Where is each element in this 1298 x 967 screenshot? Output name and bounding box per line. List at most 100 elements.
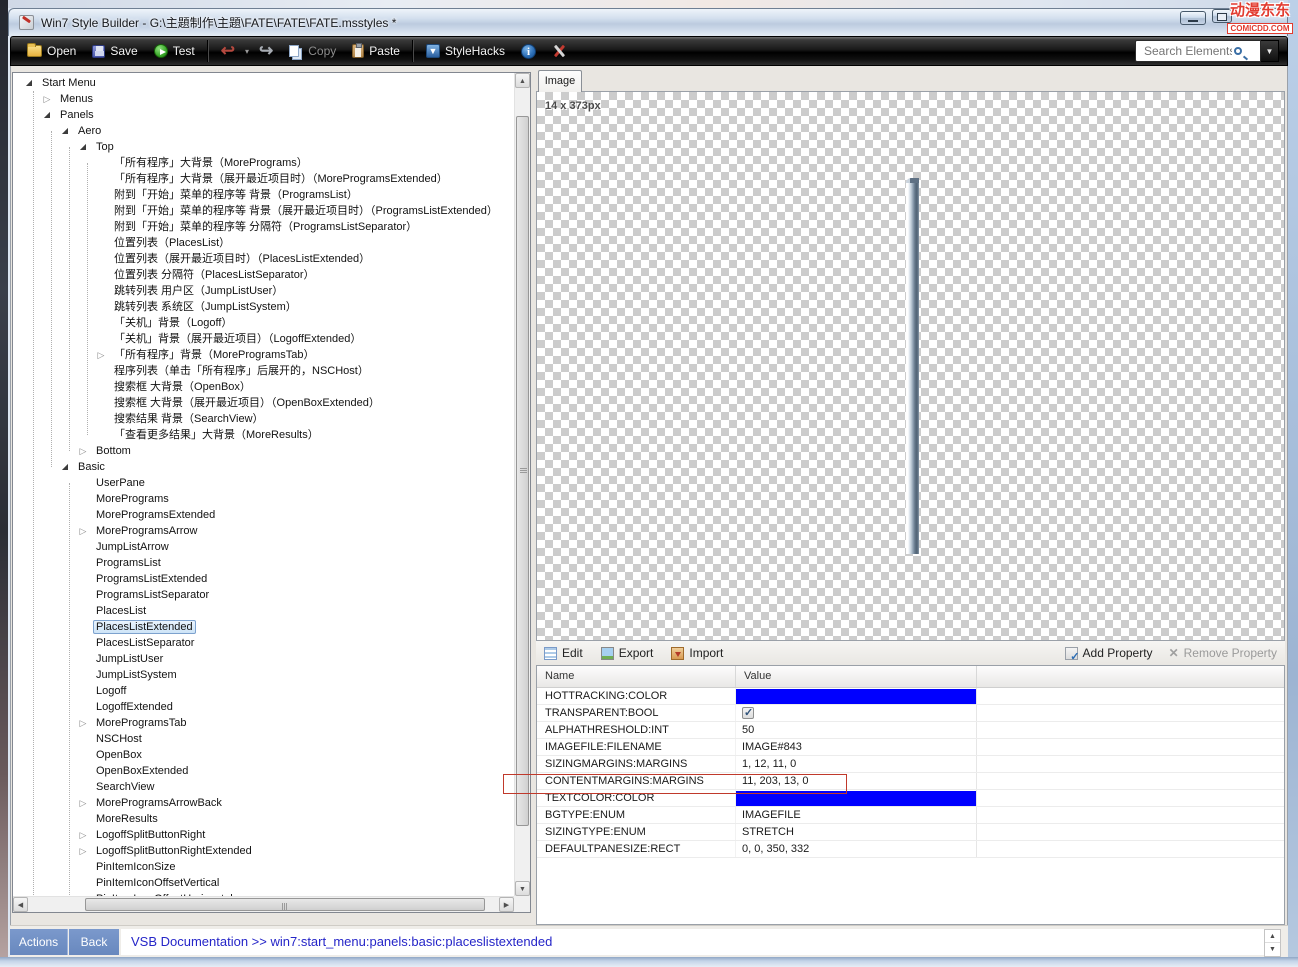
tree-item[interactable]: 「关机」背景（展开最近项目）（LogoffExtended） (13, 331, 514, 347)
tree-item[interactable]: Logoff (13, 683, 514, 699)
collapsed-arrow-icon[interactable]: ▷ (77, 523, 89, 539)
info-button[interactable]: i (513, 41, 544, 62)
tree-item[interactable]: ProgramsList (13, 555, 514, 571)
property-row[interactable]: ALPHATHRESHOLD:INT50 (537, 722, 1284, 739)
back-button[interactable]: Back (69, 929, 119, 955)
scroll-up-icon[interactable]: ▲ (515, 73, 530, 88)
tree-item[interactable]: ◢Start Menu (13, 75, 514, 91)
tree-item[interactable]: 搜索结果 背景（SearchView） (13, 411, 514, 427)
tree-horizontal-scrollbar[interactable]: ◀ ▶ (13, 896, 514, 912)
tree-item[interactable]: MoreResults (13, 811, 514, 827)
tree-item[interactable]: LogoffExtended (13, 699, 514, 715)
collapsed-arrow-icon[interactable]: ▷ (77, 443, 89, 459)
remove-property-button[interactable]: ✕ Remove Property (1169, 646, 1277, 660)
import-button[interactable]: Import (671, 646, 723, 660)
tree-item[interactable]: 搜索框 大背景（展开最近项目）（OpenBoxExtended） (13, 395, 514, 411)
open-button[interactable]: Open (19, 41, 84, 61)
column-header-name[interactable]: Name (537, 666, 736, 687)
tree-item[interactable]: 「关机」背景（Logoff） (13, 315, 514, 331)
search-box[interactable] (1135, 40, 1261, 62)
property-row[interactable]: TRANSPARENT:BOOL (537, 705, 1284, 722)
property-value[interactable]: 0, 0, 350, 332 (736, 841, 977, 857)
tree-item[interactable]: 程序列表（单击「所有程序」后展开的，NSCHost） (13, 363, 514, 379)
tree-item[interactable]: MoreProgramsExtended (13, 507, 514, 523)
tree-item[interactable]: OpenBoxExtended (13, 763, 514, 779)
property-row[interactable]: SIZINGTYPE:ENUMSTRETCH (537, 824, 1284, 841)
color-swatch[interactable] (736, 689, 976, 704)
property-row[interactable]: DEFAULTPANESIZE:RECT0, 0, 350, 332 (537, 841, 1284, 858)
save-button[interactable]: Save (84, 41, 145, 61)
tree-item[interactable]: ProgramsListExtended (13, 571, 514, 587)
property-value[interactable]: 1, 12, 11, 0 (736, 756, 977, 772)
expanded-arrow-icon[interactable]: ◢ (59, 123, 71, 139)
tree-item[interactable]: PinItemIconSize (13, 859, 514, 875)
undo-button[interactable]: ↩ (213, 41, 243, 61)
tree-item[interactable]: JumpListUser (13, 651, 514, 667)
property-row[interactable]: IMAGEFILE:FILENAMEIMAGE#843 (537, 739, 1284, 756)
tree-item[interactable]: OpenBox (13, 747, 514, 763)
tree-item[interactable]: ▷Bottom (13, 443, 514, 459)
redo-button[interactable]: ↪ (251, 41, 281, 61)
property-value[interactable] (736, 705, 977, 721)
tree-item[interactable]: 位置列表（展开最近项目时）（PlacesListExtended） (13, 251, 514, 267)
property-value[interactable]: STRETCH (736, 824, 977, 840)
tree-item[interactable]: ◢Panels (13, 107, 514, 123)
tree-item[interactable]: ▷LogoffSplitButtonRight (13, 827, 514, 843)
tree-item[interactable]: 位置列表 分隔符（PlacesListSeparator） (13, 267, 514, 283)
tree-item[interactable]: MorePrograms (13, 491, 514, 507)
add-property-button[interactable]: Add Property (1065, 646, 1153, 660)
tree-item[interactable]: ProgramsListSeparator (13, 587, 514, 603)
tree-item[interactable]: ▷MoreProgramsArrow (13, 523, 514, 539)
collapsed-arrow-icon[interactable]: ▷ (77, 795, 89, 811)
search-dropdown-button[interactable]: ▼ (1261, 40, 1279, 62)
collapsed-arrow-icon[interactable]: ▷ (77, 827, 89, 843)
column-header-value[interactable]: Value (736, 666, 977, 687)
stylehacks-button[interactable]: ▼ StyleHacks (418, 41, 513, 61)
tree-item[interactable]: JumpListSystem (13, 667, 514, 683)
tree-item[interactable]: 「所有程序」大背景（展开最近项目时）（MoreProgramsExtended） (13, 171, 514, 187)
tree-item[interactable]: PlacesListExtended (13, 619, 514, 635)
tree-item[interactable]: 附到「开始」菜单的程序等 背景（展开最近项目时）（ProgramsListExt… (13, 203, 514, 219)
tree-item[interactable]: 「所有程序」大背景（MorePrograms） (13, 155, 514, 171)
property-row[interactable]: SIZINGMARGINS:MARGINS1, 12, 11, 0 (537, 756, 1284, 773)
test-button[interactable]: Test (146, 41, 203, 61)
tree-item[interactable]: UserPane (13, 475, 514, 491)
property-value[interactable]: IMAGEFILE (736, 807, 977, 823)
collapsed-arrow-icon[interactable]: ▷ (95, 347, 107, 363)
tree-item[interactable]: JumpListArrow (13, 539, 514, 555)
tree-item[interactable]: 跳转列表 用户区（JumpListUser） (13, 283, 514, 299)
property-row[interactable]: HOTTRACKING:COLOR (537, 688, 1284, 705)
expanded-arrow-icon[interactable]: ◢ (23, 75, 35, 91)
tree-vertical-scrollbar[interactable]: ▲ ▼ (514, 73, 530, 896)
actions-button[interactable]: Actions (10, 929, 68, 955)
tree-item[interactable]: PlacesList (13, 603, 514, 619)
edit-button[interactable]: Edit (544, 646, 583, 660)
tree-item[interactable]: PlacesListSeparator (13, 635, 514, 651)
tree-item[interactable]: PinItemIconOffsetVertical (13, 875, 514, 891)
property-value[interactable]: IMAGE#843 (736, 739, 977, 755)
scroll-right-icon[interactable]: ▶ (499, 897, 514, 912)
property-value[interactable] (736, 688, 977, 704)
tree-item[interactable]: ▷MoreProgramsArrowBack (13, 795, 514, 811)
tree-item[interactable]: 位置列表（PlacesList） (13, 235, 514, 251)
undo-dropdown-icon[interactable]: ▾ (245, 47, 249, 56)
expanded-arrow-icon[interactable]: ◢ (41, 107, 53, 123)
tree-item[interactable]: ◢Basic (13, 459, 514, 475)
tree-item[interactable]: ▷LogoffSplitButtonRightExtended (13, 843, 514, 859)
tree-item[interactable]: SearchView (13, 779, 514, 795)
paste-button[interactable]: Paste (344, 41, 408, 61)
scroll-down-icon[interactable]: ▼ (515, 881, 530, 896)
hack-tool-button[interactable] (544, 41, 574, 61)
collapsed-arrow-icon[interactable]: ▷ (77, 715, 89, 731)
tree-item[interactable]: ◢Aero (13, 123, 514, 139)
tree-hscroll-thumb[interactable] (85, 898, 485, 911)
tree-item[interactable]: ◢Top (13, 139, 514, 155)
tree-item[interactable]: NSCHost (13, 731, 514, 747)
tree-item[interactable]: 附到「开始」菜单的程序等 分隔符（ProgramsListSeparator） (13, 219, 514, 235)
checkbox[interactable] (742, 707, 754, 719)
tree-item[interactable]: ▷Menus (13, 91, 514, 107)
tree-item[interactable]: ▷MoreProgramsTab (13, 715, 514, 731)
tree-item[interactable]: 「查看更多结果」大背景（MoreResults） (13, 427, 514, 443)
collapsed-arrow-icon[interactable]: ▷ (77, 843, 89, 859)
property-row[interactable]: BGTYPE:ENUMIMAGEFILE (537, 807, 1284, 824)
